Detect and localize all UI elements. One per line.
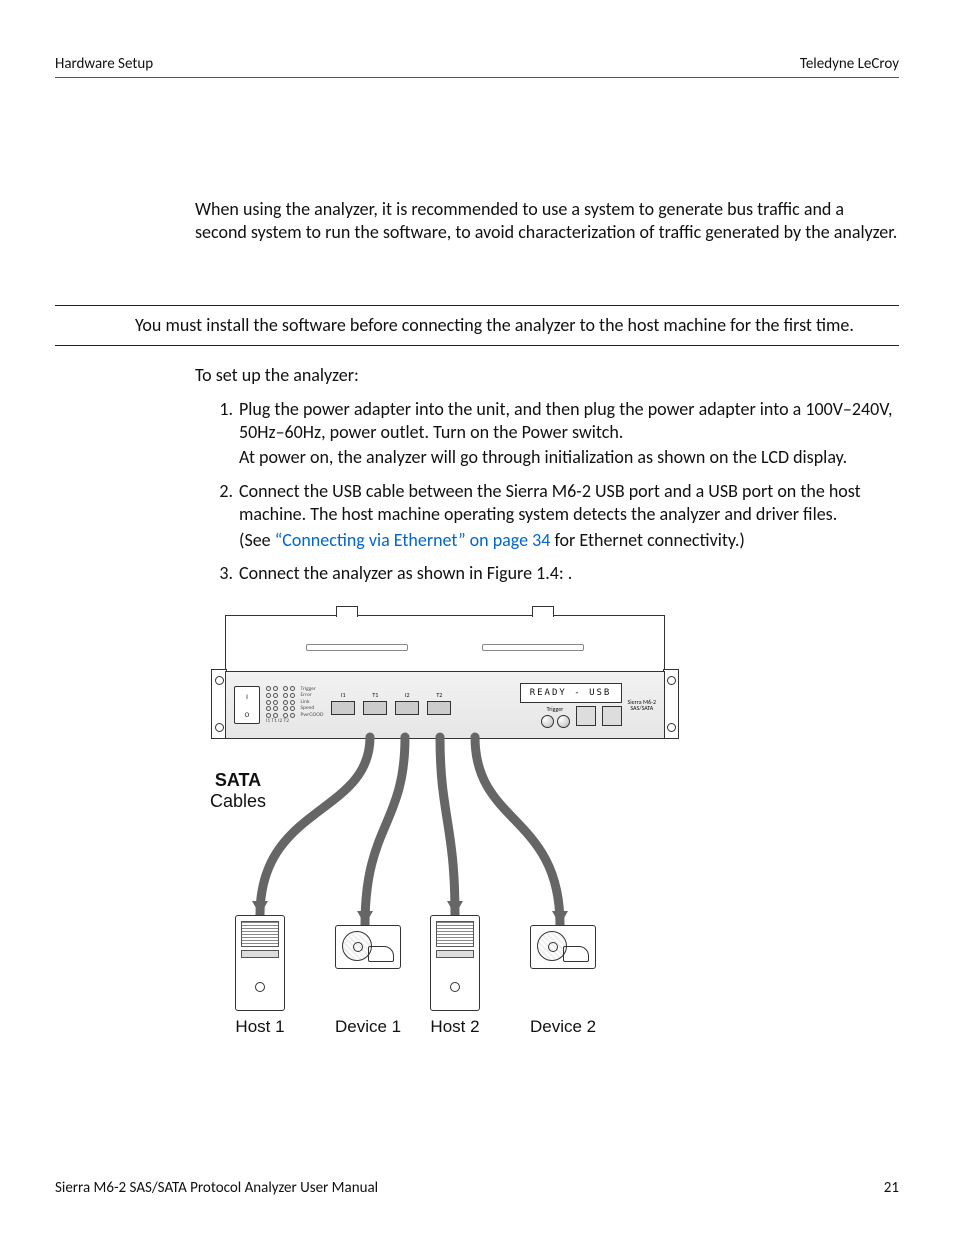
footer-title: Sierra M6-2 SAS/SATA Protocol Analyzer U… [55,1179,378,1197]
step-1: 1. Plug the power adapter into the unit,… [195,398,899,470]
host-1-icon: Host 1 [235,915,285,1037]
step-3: 3. Connect the analyzer as shown in Figu… [195,562,899,585]
page-footer: Sierra M6-2 SAS/SATA Protocol Analyzer U… [55,1179,899,1197]
page-number: 21 [884,1179,899,1197]
sata-cables-label: SATA Cables [210,770,266,811]
step-2-pre: (See [239,529,275,551]
figure-1-4: I O Trigger Error Link Speed PwrGOOD I1 … [195,615,899,1045]
step-1-line-b: At power on, the analyzer will go throug… [239,446,899,469]
ethernet-cross-reference-link[interactable]: “Connecting via Ethernet” on page 34 [275,529,551,551]
step-text: Connect the analyzer as shown in Figure … [239,562,899,585]
step-number: 2. [195,480,239,552]
sata-text: SATA [215,770,261,790]
step-number: 3. [195,562,239,585]
lead-text: To set up the analyzer: [195,364,899,387]
step-text: Connect the USB cable between the Sierra… [239,480,899,552]
step-number: 1. [195,398,239,470]
step-2-line-b: (See “Connecting via Ethernet” on page 3… [239,529,899,552]
host-2-label: Host 2 [430,1017,480,1037]
device-1-label: Device 1 [335,1017,401,1037]
cables-text: Cables [210,791,266,811]
host-2-icon: Host 2 [430,915,480,1037]
step-2-line-a: Connect the USB cable between the Sierra… [239,480,861,525]
device-2-label: Device 2 [530,1017,596,1037]
intro-paragraph: When using the analyzer, it is recommend… [195,198,899,245]
step-2-post: for Ethernet connectivity.) [550,529,744,551]
host-1-label: Host 1 [235,1017,285,1037]
callout-note: You must install the software before con… [55,305,899,346]
device-1-icon: Device 1 [335,915,401,1037]
header-left: Hardware Setup [55,55,153,73]
step-2: 2. Connect the USB cable between the Sie… [195,480,899,552]
page-header: Hardware Setup Teledyne LeCroy [55,55,899,78]
steps-list: 1. Plug the power adapter into the unit,… [195,398,899,586]
step-text: Plug the power adapter into the unit, an… [239,398,899,470]
sata-cables-icon [195,615,675,955]
header-right: Teledyne LeCroy [800,55,899,73]
step-1-line-a: Plug the power adapter into the unit, an… [239,398,893,443]
page: Hardware Setup Teledyne LeCroy When usin… [0,0,954,1235]
device-2-icon: Device 2 [530,915,596,1037]
